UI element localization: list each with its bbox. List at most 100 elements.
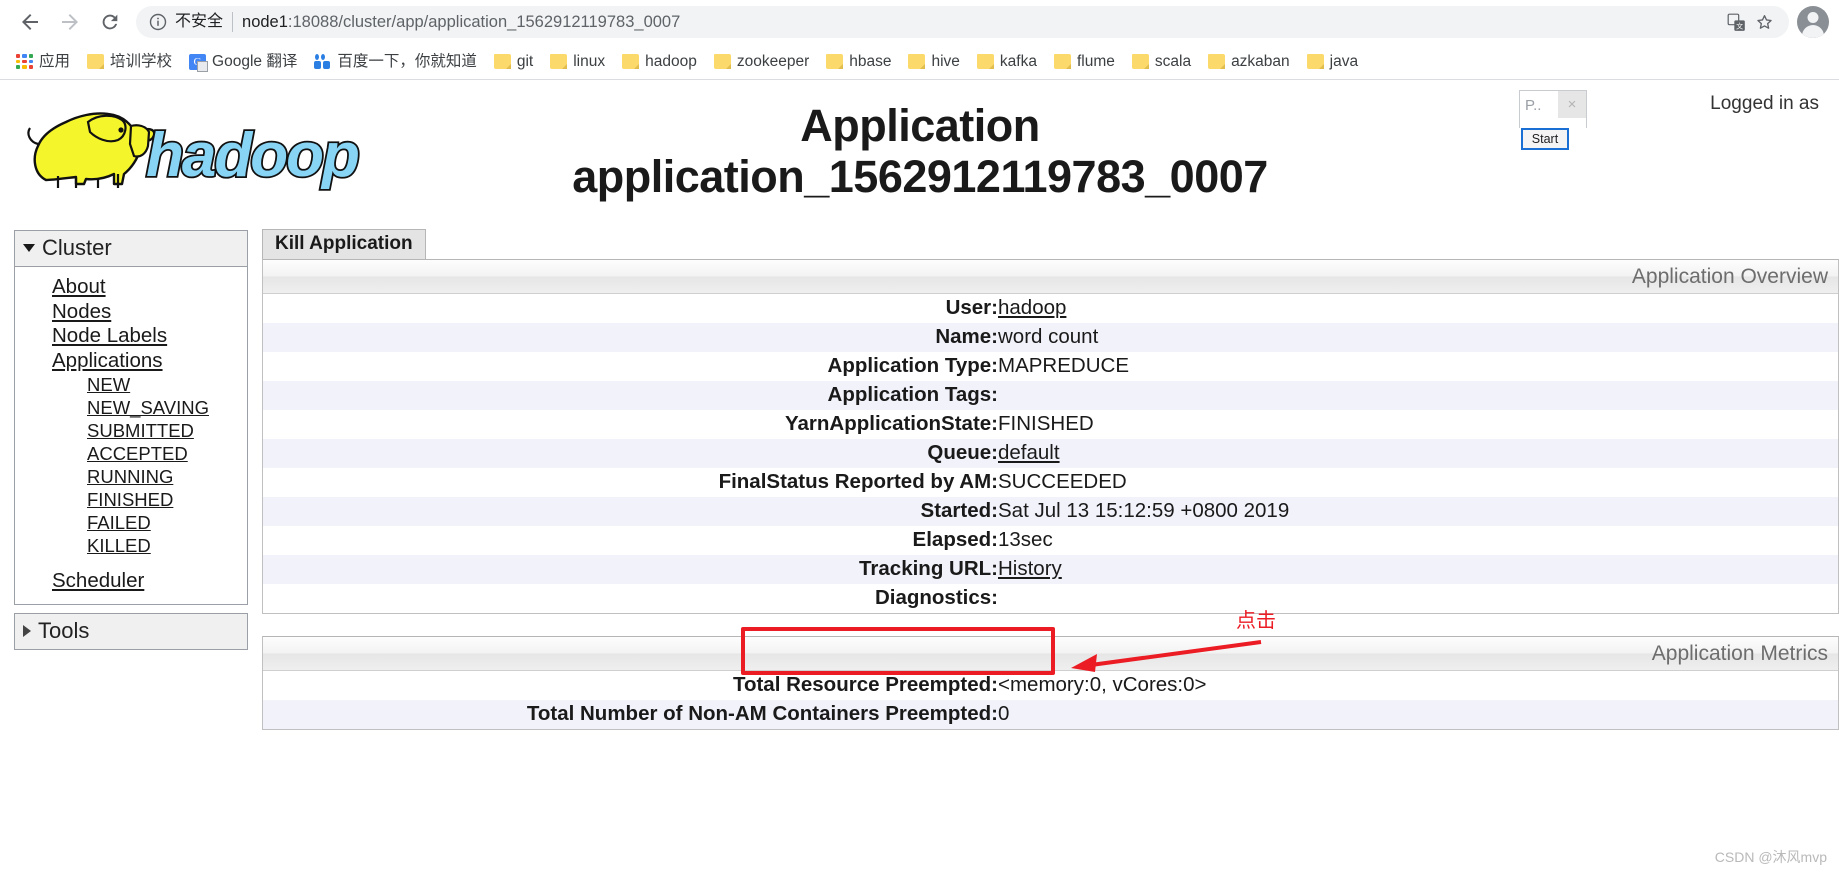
- sidebar-item-new[interactable]: NEW: [15, 373, 247, 396]
- bookmark-flume[interactable]: flume: [1046, 49, 1123, 75]
- folder-icon: [550, 54, 568, 69]
- sidebar-item-finished[interactable]: FINISHED: [15, 488, 247, 511]
- sidebar-item-accepted[interactable]: ACCEPTED: [15, 442, 247, 465]
- translate-icon[interactable]: 文: [1723, 9, 1749, 35]
- table-row: Name: word count: [263, 323, 1838, 352]
- sidebar-item-killed[interactable]: KILLED: [15, 534, 247, 557]
- bookmark-hadoop[interactable]: hadoop: [614, 49, 705, 75]
- user-link[interactable]: hadoop: [998, 296, 1066, 319]
- apps-grid-icon: [16, 54, 33, 69]
- bookmark-linux[interactable]: linux: [542, 49, 613, 75]
- forward-arrow-icon[interactable]: [50, 2, 90, 42]
- tracking-url-history-link[interactable]: History: [998, 557, 1062, 580]
- bookmark-label: azkaban: [1231, 52, 1290, 70]
- body-area: Cluster About Nodes Node Labels Applicat…: [0, 229, 1839, 752]
- row-value: word count: [998, 325, 1099, 348]
- popup-overlay[interactable]: P.. ×: [1519, 90, 1587, 128]
- row-key: Diagnostics:: [874, 586, 998, 609]
- folder-icon: [908, 54, 926, 69]
- row-key: Queue:: [927, 441, 998, 464]
- row-key: User:: [945, 296, 998, 319]
- row-value: SUCCEEDED: [998, 470, 1127, 493]
- sidebar-tools-header[interactable]: Tools: [15, 613, 247, 649]
- star-icon[interactable]: [1751, 9, 1777, 35]
- popup-label: P..: [1525, 97, 1542, 114]
- bookmark-baidu[interactable]: 百度一下，你就知道: [306, 49, 485, 75]
- sidebar-item-new-saving[interactable]: NEW_SAVING: [15, 396, 247, 419]
- sidebar-item-failed[interactable]: FAILED: [15, 511, 247, 534]
- folder-icon: [622, 54, 640, 69]
- main-content: Kill Application Application Overview Us…: [248, 229, 1839, 752]
- info-circle-icon[interactable]: [148, 12, 168, 32]
- row-value: default: [998, 439, 1838, 468]
- address-bar[interactable]: 不安全 node1:18088/cluster/app/application_…: [136, 6, 1789, 38]
- sidebar-item-scheduler[interactable]: Scheduler: [15, 569, 247, 594]
- bookmark-kafka[interactable]: kafka: [969, 49, 1045, 75]
- bookmark-hive[interactable]: hive: [900, 49, 967, 75]
- bookmark-git[interactable]: git: [486, 49, 541, 75]
- sidebar-cluster-header[interactable]: Cluster: [15, 231, 247, 267]
- table-row: Started: Sat Jul 13 15:12:59 +0800 2019: [263, 497, 1838, 526]
- bookmark-java[interactable]: java: [1299, 49, 1366, 75]
- hadoop-logo[interactable]: hadoop: [18, 88, 408, 192]
- tabs-row: Kill Application: [262, 229, 1839, 259]
- folder-icon: [1131, 54, 1149, 69]
- sidebar-tools-title: Tools: [38, 617, 90, 643]
- sidebar-item-running[interactable]: RUNNING: [15, 465, 247, 488]
- bookmark-azkaban[interactable]: azkaban: [1200, 49, 1298, 75]
- row-value: History: [998, 555, 1838, 584]
- sidebar-item-applications[interactable]: Applications: [15, 349, 247, 374]
- bookmark-label: 培训学校: [110, 52, 173, 70]
- application-metrics-caption: Application Metrics: [263, 637, 1838, 671]
- table-row: Diagnostics:: [263, 584, 1838, 613]
- row-value: 13sec: [998, 528, 1053, 551]
- url-text: node1:18088/cluster/app/application_1562…: [242, 12, 680, 32]
- sidebar-item-nodes[interactable]: Nodes: [15, 300, 247, 325]
- bookmark-hbase[interactable]: hbase: [818, 49, 899, 75]
- start-button[interactable]: Start: [1521, 128, 1569, 150]
- kill-application-tab[interactable]: Kill Application: [262, 229, 426, 259]
- baidu-icon: [314, 53, 331, 70]
- bookmark-label: flume: [1076, 52, 1115, 70]
- watermark: CSDN @沐风mvp: [1714, 849, 1827, 865]
- bookmark-label: java: [1329, 52, 1359, 70]
- reload-icon[interactable]: [90, 2, 130, 42]
- google-translate-icon: G: [189, 53, 209, 72]
- row-key: Started:: [920, 499, 998, 522]
- row-key: Total Resource Preempted:: [732, 673, 998, 696]
- application-overview-caption: Application Overview: [263, 260, 1838, 294]
- bookmark-apps[interactable]: 应用: [8, 49, 78, 75]
- folder-icon: [87, 54, 105, 69]
- bookmark-scala[interactable]: scala: [1124, 49, 1199, 75]
- row-key: Application Tags:: [827, 383, 998, 406]
- bookmark-label: 百度一下，你就知道: [337, 52, 477, 70]
- bookmark-label: git: [516, 52, 534, 70]
- row-value: hadoop: [998, 294, 1838, 323]
- page-header: hadoop Application application_156291211…: [0, 80, 1839, 230]
- page-title-line1: Application: [800, 100, 1040, 151]
- application-overview-table: User: hadoop Name: word count Application …: [263, 294, 1838, 613]
- sidebar-cluster-list: About Nodes Node Labels Applications NEW…: [15, 267, 247, 604]
- back-arrow-icon[interactable]: [10, 2, 50, 42]
- folder-icon: [493, 54, 511, 69]
- close-icon[interactable]: ×: [1558, 91, 1586, 118]
- sidebar-item-node-labels[interactable]: Node Labels: [15, 324, 247, 349]
- bookmark-label: linux: [573, 52, 606, 70]
- application-metrics-table: Total Resource Preempted: <memory:0, vCor…: [263, 671, 1838, 729]
- folder-icon: [1053, 54, 1071, 69]
- row-key: Elapsed:: [912, 528, 998, 551]
- bookmark-zookeeper[interactable]: zookeeper: [706, 49, 817, 75]
- row-value: <memory:0, vCores:0>: [998, 673, 1207, 696]
- table-row: Elapsed: 13sec: [263, 526, 1838, 555]
- sidebar-tools-block: Tools: [14, 612, 248, 650]
- row-key: Name:: [935, 325, 998, 348]
- svg-text:文: 文: [1736, 21, 1743, 30]
- bookmark-peixunxuexiao[interactable]: 培训学校: [79, 49, 180, 75]
- profile-avatar-icon[interactable]: [1797, 6, 1829, 38]
- bookmark-google-translate[interactable]: G Google 翻译: [181, 49, 305, 75]
- queue-link[interactable]: default: [998, 441, 1060, 464]
- svg-text:hadoop: hadoop: [146, 121, 358, 190]
- sidebar-item-submitted[interactable]: SUBMITTED: [15, 419, 247, 442]
- sidebar-item-about[interactable]: About: [15, 275, 247, 300]
- bookmark-label: hive: [931, 52, 960, 70]
